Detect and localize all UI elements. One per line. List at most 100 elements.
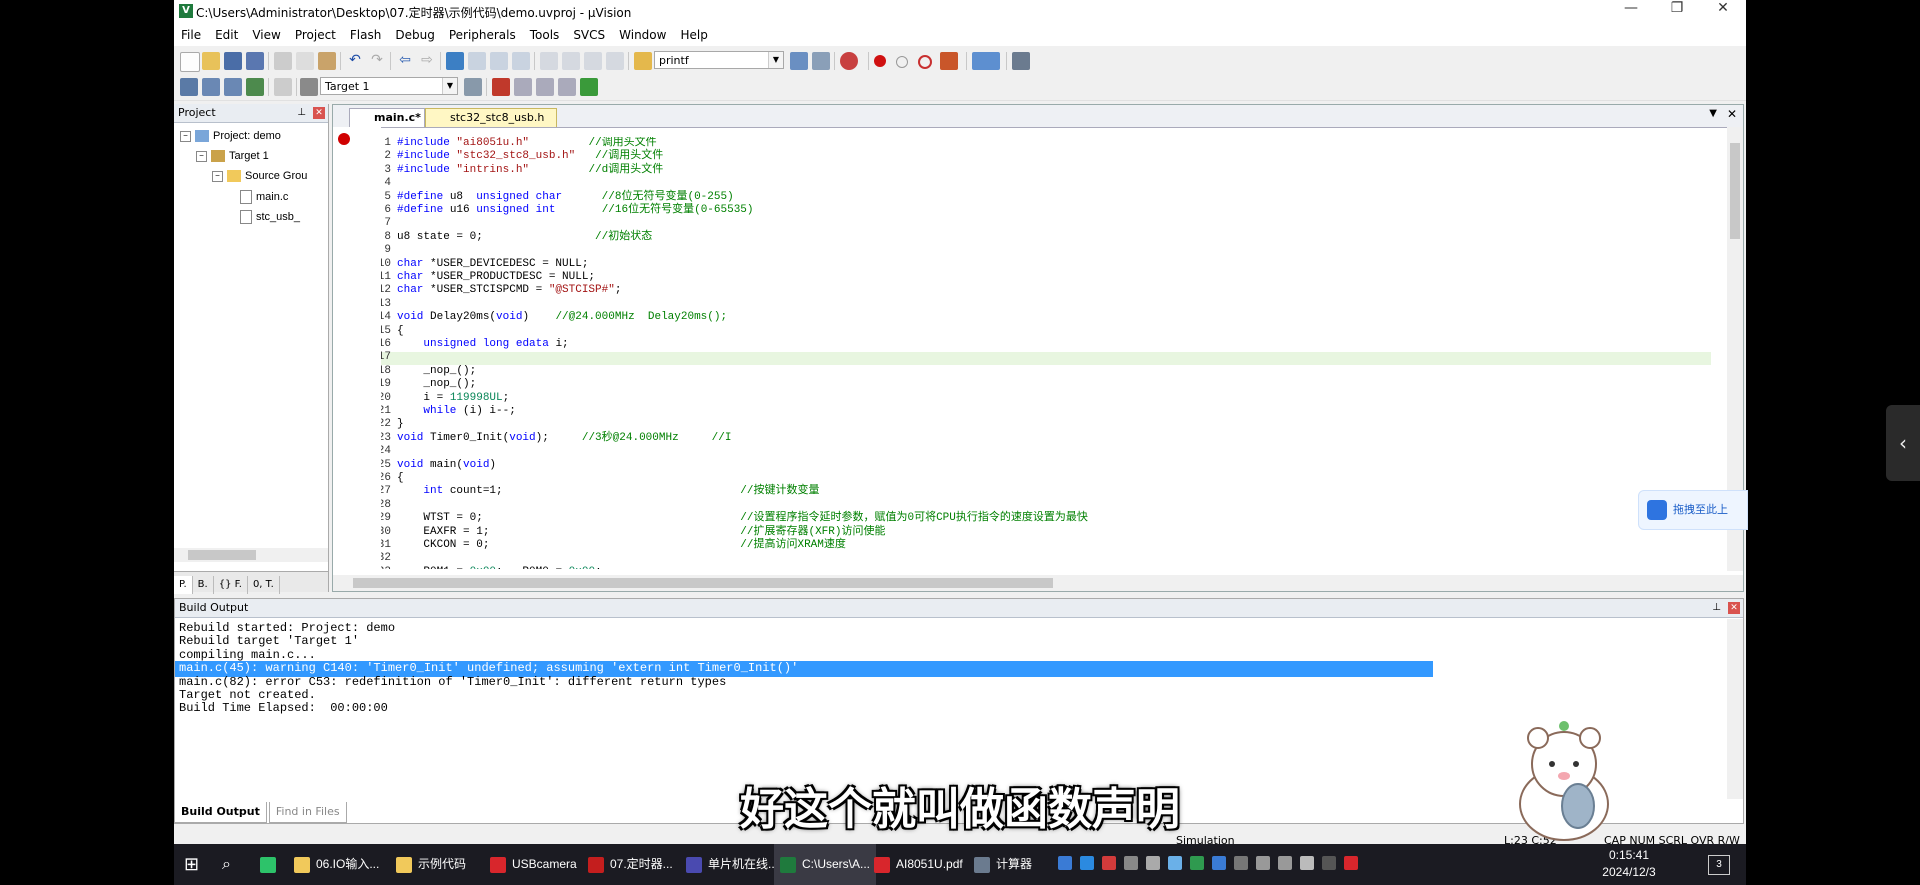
tab-books[interactable]: B. <box>193 576 214 594</box>
tree-file-usb[interactable]: stc_usb_ <box>240 210 300 224</box>
tree-target[interactable]: − Target 1 <box>196 150 269 163</box>
bluetooth-icon[interactable] <box>1212 856 1226 870</box>
tray-icon[interactable] <box>1124 856 1138 870</box>
menu-window[interactable]: Window <box>612 28 673 42</box>
close-tab-icon[interactable]: ✕ <box>1727 107 1737 121</box>
tree-source-group[interactable]: − Source Grou <box>212 170 307 183</box>
tray-icon[interactable] <box>1344 856 1358 870</box>
taskbar-item-4[interactable]: 单片机在线... <box>686 844 778 885</box>
search-icon[interactable]: ⌕ <box>222 844 231 885</box>
tab-functions[interactable]: {} F. <box>214 576 248 594</box>
manage-rte-icon[interactable] <box>558 78 576 96</box>
tray-icon[interactable] <box>1102 856 1116 870</box>
translate-icon[interactable] <box>180 78 198 96</box>
tree-project[interactable]: − Project: demo <box>180 130 281 143</box>
scroll-thumb[interactable] <box>1730 143 1740 239</box>
disable-breakpoint-icon[interactable] <box>896 56 908 68</box>
comment-icon[interactable] <box>584 52 602 70</box>
tab-project[interactable]: P. <box>174 576 193 594</box>
tray-icon[interactable] <box>1322 856 1336 870</box>
build-output-text[interactable]: Rebuild started: Project: demo Rebuild ta… <box>175 621 1725 801</box>
ime-icon[interactable] <box>1300 856 1314 870</box>
close-panel-icon[interactable]: ✕ <box>313 107 325 119</box>
undo-icon[interactable]: ↶ <box>346 52 364 70</box>
paste-icon[interactable] <box>318 52 336 70</box>
tray-icon[interactable] <box>1168 856 1182 870</box>
project-hscrollbar[interactable] <box>174 548 328 562</box>
pack-installer-icon[interactable] <box>536 78 554 96</box>
side-collapse-arrow[interactable]: ‹ <box>1886 405 1920 481</box>
kill-breakpoints-icon[interactable] <box>918 55 932 69</box>
find-combo[interactable]: printf ▼ <box>654 51 784 69</box>
select-packs-icon[interactable] <box>514 78 532 96</box>
save-all-icon[interactable] <box>246 52 264 70</box>
menu-view[interactable]: View <box>245 28 287 42</box>
collapse-icon[interactable]: − <box>180 130 191 142</box>
menu-tools[interactable]: Tools <box>523 28 567 42</box>
drag-upload-button[interactable]: 拖拽至此上 <box>1638 490 1748 530</box>
chevron-down-icon[interactable]: ▼ <box>442 78 457 94</box>
debug-options-icon[interactable] <box>940 52 958 70</box>
tray-icon[interactable] <box>1058 856 1072 870</box>
tab-find-in-files[interactable]: Find in Files <box>268 802 347 823</box>
editor-gutter[interactable] <box>333 127 381 571</box>
editor-hscrollbar[interactable] <box>333 575 1743 591</box>
clock[interactable]: 0:15:41 2024/12/3 <box>1584 847 1674 881</box>
menu-edit[interactable]: Edit <box>208 28 245 42</box>
tab-stc32-usb-h[interactable]: stc32_stc8_usb.h <box>425 108 557 127</box>
network-icon[interactable] <box>1256 856 1270 870</box>
save-icon[interactable] <box>224 52 242 70</box>
menu-flash[interactable]: Flash <box>343 28 388 42</box>
next-bookmark-icon[interactable] <box>490 52 508 70</box>
taskbar-item-3[interactable]: 07.定时器... <box>588 844 673 885</box>
tray-icon[interactable] <box>1146 856 1160 870</box>
menu-debug[interactable]: Debug <box>388 28 441 42</box>
wechat-icon[interactable] <box>260 844 282 885</box>
taskbar-item-1[interactable]: 示例代码 <box>396 844 466 885</box>
batch-build-icon[interactable] <box>300 78 318 96</box>
start-icon[interactable]: ⊞ <box>184 844 199 885</box>
menu-peripherals[interactable]: Peripherals <box>442 28 523 42</box>
taskbar-item-6[interactable]: AI8051U.pdf <box>874 844 963 885</box>
menu-help[interactable]: Help <box>673 28 714 42</box>
minimize-button[interactable]: — <box>1608 0 1654 24</box>
manage-project-items-icon[interactable] <box>492 78 510 96</box>
incremental-find-icon[interactable] <box>812 52 830 70</box>
tab-build-output[interactable]: Build Output <box>174 802 267 823</box>
prev-bookmark-icon[interactable] <box>468 52 486 70</box>
target-options-icon[interactable] <box>464 78 482 96</box>
redo-icon[interactable]: ↷ <box>368 52 386 70</box>
taskbar-item-5[interactable]: C:\Users\A... <box>774 844 877 885</box>
find-in-files-icon[interactable] <box>634 52 652 70</box>
close-button[interactable]: ✕ <box>1700 0 1746 24</box>
tab-list-icon[interactable]: ▼ <box>1709 108 1717 119</box>
target-combo[interactable]: Target 1 ▼ <box>320 77 458 95</box>
nav-forward-icon[interactable]: ⇨ <box>418 52 436 70</box>
build-vscrollbar[interactable] <box>1727 619 1743 799</box>
configure-icon[interactable] <box>1012 52 1030 70</box>
collapse-icon[interactable]: − <box>196 150 207 162</box>
volume-icon[interactable] <box>1278 856 1292 870</box>
new-file-icon[interactable] <box>180 52 200 72</box>
build-line[interactable]: Build Time Elapsed: 00:00:00 <box>179 701 1433 717</box>
pin-icon[interactable]: ⊥ <box>1712 599 1721 617</box>
breakpoint-marker-icon[interactable] <box>338 133 350 145</box>
scroll-thumb[interactable] <box>353 578 1053 588</box>
tray-icon[interactable] <box>1190 856 1204 870</box>
code-area[interactable]: 1 #include "ai8051u.h" //调用头文件 2 #include "… <box>381 137 1711 569</box>
copy-icon[interactable] <box>296 52 314 70</box>
breakpoint-icon[interactable] <box>874 55 886 67</box>
unindent-icon[interactable] <box>562 52 580 70</box>
build-icon[interactable] <box>202 78 220 96</box>
tree-file-main[interactable]: main.c <box>240 190 288 204</box>
tab-main-c[interactable]: main.c* <box>349 108 425 127</box>
find-icon[interactable] <box>790 52 808 70</box>
pin-icon[interactable]: ⊥ <box>297 104 306 122</box>
nav-back-icon[interactable]: ⇦ <box>396 52 414 70</box>
tray-icon[interactable] <box>1234 856 1248 870</box>
notification-center-icon[interactable]: 3 <box>1708 855 1730 875</box>
cut-icon[interactable] <box>274 52 292 70</box>
chevron-down-icon[interactable]: ▼ <box>768 52 783 68</box>
uncomment-icon[interactable] <box>606 52 624 70</box>
download-icon[interactable] <box>246 78 264 96</box>
